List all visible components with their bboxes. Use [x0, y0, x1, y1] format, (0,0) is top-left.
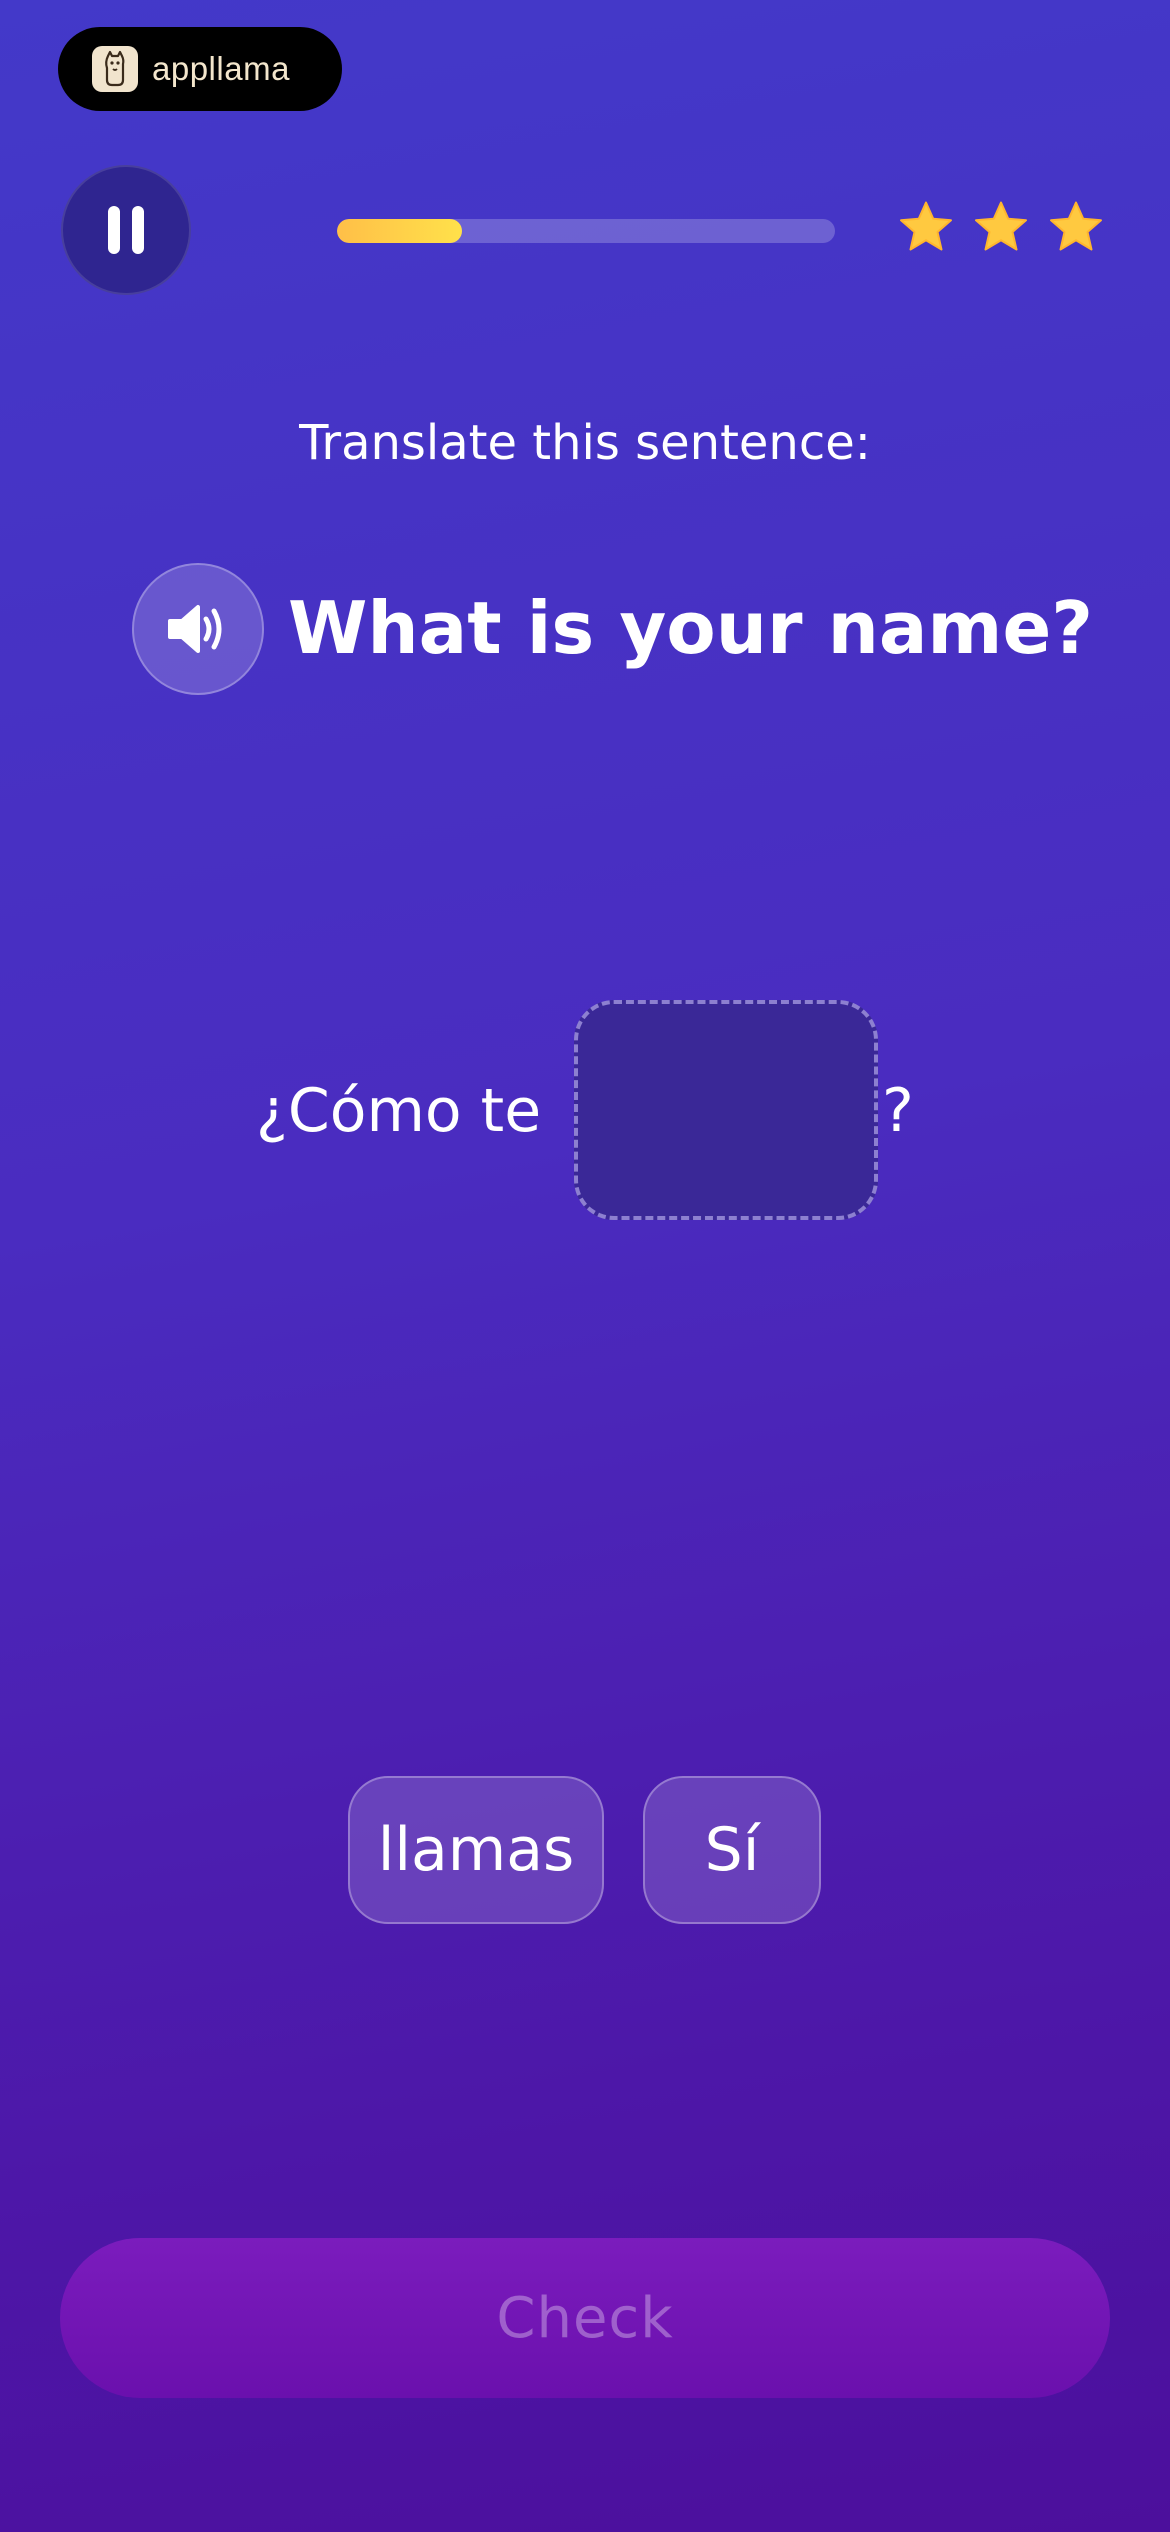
pause-icon [108, 206, 144, 254]
speaker-icon [168, 605, 222, 653]
progress-fill [337, 219, 462, 243]
instruction-text: Translate this sentence: [299, 415, 871, 471]
word-choice-llamas[interactable]: llamas [348, 1776, 604, 1924]
answer-sentence-prefix: ¿Cómo te [256, 1076, 542, 1146]
star-icon [900, 201, 952, 251]
star-icon [1050, 201, 1102, 251]
word-choice-si[interactable]: Sí [643, 1776, 821, 1924]
pause-button[interactable] [61, 165, 191, 295]
star-rating [896, 198, 1106, 262]
source-sentence: What is your name? [288, 586, 1094, 670]
llama-logo-icon [92, 46, 138, 92]
answer-drop-slot[interactable] [574, 1000, 878, 1220]
brand-badge: appllama [58, 27, 342, 111]
star-icon [975, 201, 1027, 251]
brand-name: appllama [152, 50, 290, 87]
lesson-progress-bar [337, 219, 835, 243]
answer-sentence-suffix: ? [882, 1076, 914, 1146]
play-audio-button[interactable] [132, 563, 264, 695]
check-button[interactable]: Check [60, 2238, 1110, 2398]
